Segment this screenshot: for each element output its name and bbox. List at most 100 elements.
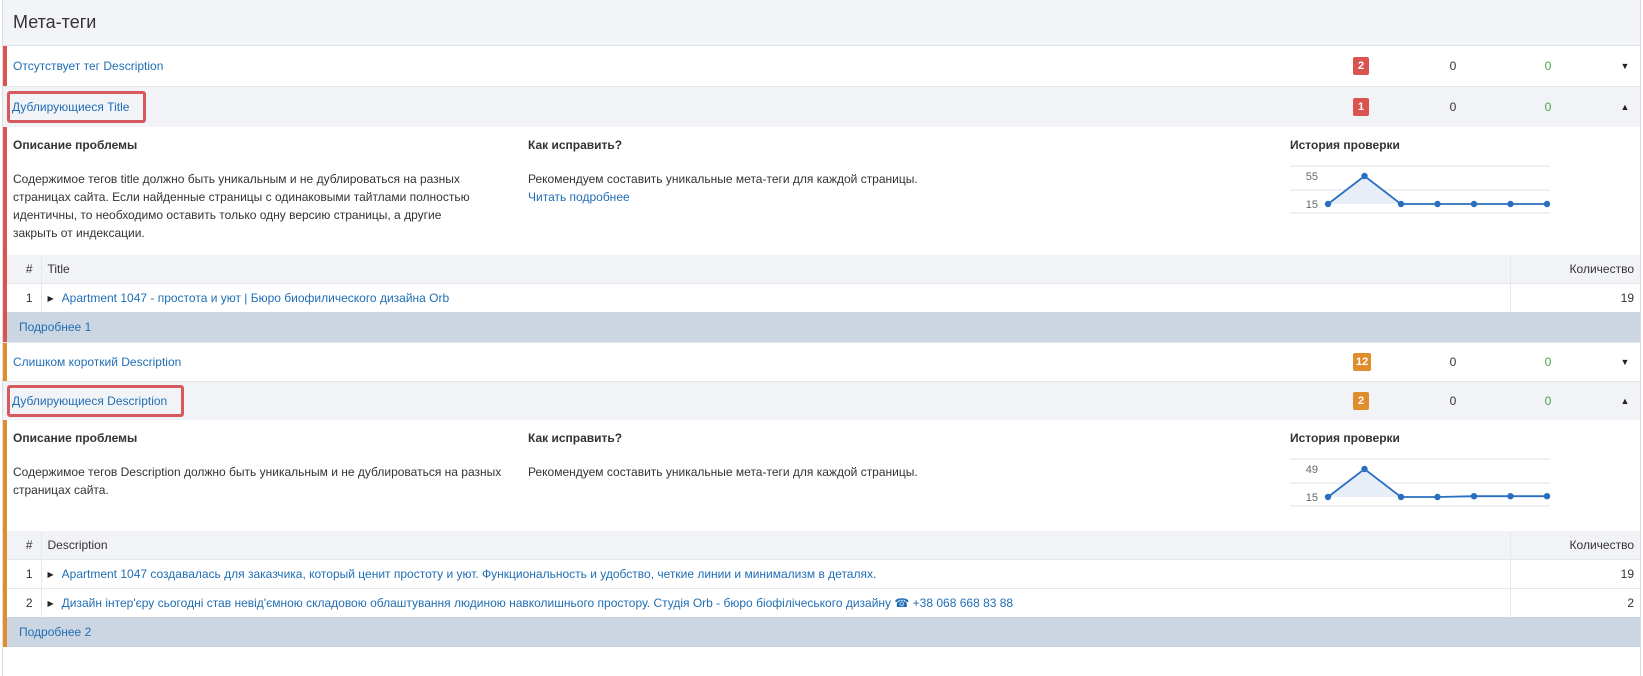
fix-column: Как исправить? Рекомендуем составить уни…: [528, 420, 1290, 531]
problem-text: Содержимое тегов Description должно быть…: [13, 465, 502, 497]
collapse-arrow-icon[interactable]: ▲: [1618, 98, 1632, 116]
row-main: ▶ Apartment 1047 - простота и уют | Бюро …: [41, 282, 1510, 312]
issue-row[interactable]: Дублирующиеся Title 1 0 0 ▲: [3, 87, 1640, 127]
expand-row-icon[interactable]: ▶: [48, 294, 54, 303]
issue-details: Описание проблемы Содержимое тегов Descr…: [3, 420, 1640, 531]
row-main: ▶ Дизайн інтер'єру сьогодні став невід'єм…: [41, 587, 1510, 617]
table-row: 1 ▶ Apartment 1047 создавалась для заказч…: [3, 558, 1640, 588]
history-point: [1470, 200, 1478, 208]
row-qty: 2: [1509, 587, 1640, 617]
more-button[interactable]: Подробнее 2: [3, 617, 1640, 647]
issue-details: Описание проблемы Содержимое тегов title…: [3, 127, 1640, 255]
tick-label: 15: [1306, 492, 1318, 504]
history-point: [1361, 465, 1368, 473]
issue-duplicate-description: Дублирующиеся Description 2 0 0 ▲ Описан…: [3, 382, 1640, 647]
col-num-header: #: [3, 255, 42, 283]
fixed-count: 0: [1544, 59, 1552, 73]
panel-header: Мета-теги: [3, 0, 1640, 46]
issue-title[interactable]: Отсутствует тег Description: [13, 59, 163, 73]
page-title: Мета-теги: [13, 12, 97, 32]
warning-count-badge: 2: [1353, 392, 1369, 410]
tick-label: 15: [1306, 199, 1318, 211]
expand-arrow-icon[interactable]: ▼: [1618, 353, 1632, 371]
collapse-arrow-icon[interactable]: ▲: [1618, 392, 1632, 410]
row-num: 2: [3, 587, 42, 617]
warning-count: 0: [1449, 100, 1457, 114]
issue-row[interactable]: Дублирующиеся Description 2 0 0 ▲: [3, 382, 1640, 420]
fix-text: Рекомендуем составить уникальные мета-те…: [528, 465, 918, 479]
issue-short-description: Слишком короткий Description 12 0 0 ▼: [3, 343, 1640, 382]
history-point: [1361, 172, 1368, 180]
problem-heading: Описание проблемы: [13, 138, 138, 152]
history-point: [1397, 493, 1405, 501]
row-main: ▶ Apartment 1047 создавалась для заказчик…: [41, 558, 1510, 588]
expand-row-icon[interactable]: ▶: [48, 599, 54, 608]
history-point: [1324, 493, 1332, 501]
history-heading: История проверки: [1290, 431, 1400, 445]
warning-count: 0: [1449, 394, 1457, 408]
issue-title[interactable]: Дублирующиеся Title: [7, 91, 147, 123]
tick-label: 49: [1306, 464, 1318, 476]
more-button[interactable]: Подробнее 1: [3, 312, 1640, 342]
history-heading: История проверки: [1290, 138, 1400, 152]
history-point: [1397, 200, 1405, 208]
fixed-count: 0: [1544, 355, 1552, 369]
problem-column: Описание проблемы Содержимое тегов title…: [13, 127, 528, 255]
col-qty-header: Количество: [1509, 531, 1640, 559]
history-point: [1324, 200, 1332, 208]
row-num: 1: [3, 558, 42, 588]
row-qty: 19: [1509, 558, 1640, 588]
issue-row[interactable]: Слишком короткий Description 12 0 0 ▼: [3, 343, 1640, 381]
warning-count: 0: [1449, 59, 1457, 73]
table-header-row: # Title Количество: [3, 255, 1640, 283]
row-num: 1: [3, 282, 42, 312]
fixed-count: 0: [1544, 394, 1552, 408]
col-num-header: #: [3, 531, 42, 559]
history-point: [1434, 200, 1441, 208]
results-table: # Title Количество 1 ▶ Apartment 1047 - п…: [3, 255, 1640, 312]
col-description-header: Description: [41, 531, 1510, 559]
row-link[interactable]: Apartment 1047 создавалась для заказчика…: [62, 567, 877, 581]
col-title-header: Title: [41, 255, 1510, 283]
problem-heading: Описание проблемы: [13, 431, 138, 445]
issue-title[interactable]: Дублирующиеся Description: [7, 385, 185, 417]
table-row: 2 ▶ Дизайн інтер'єру сьогодні став невід'…: [3, 587, 1640, 617]
row-link[interactable]: Дизайн інтер'єру сьогодні став невід'ємн…: [62, 596, 1013, 610]
results-table: # Description Количество 1 ▶ Apartment 10…: [3, 531, 1640, 617]
row-link[interactable]: Apartment 1047 - простота и уют | Бюро б…: [62, 291, 450, 305]
warning-count-badge: 12: [1353, 353, 1372, 371]
fix-text: Рекомендуем составить уникальные мета-те…: [528, 170, 1290, 206]
row-qty: 19: [1509, 282, 1640, 312]
fix-heading: Как исправить?: [528, 138, 623, 152]
expand-row-icon[interactable]: ▶: [48, 570, 54, 579]
warning-count: 0: [1449, 355, 1457, 369]
history-point: [1507, 200, 1514, 208]
fixed-count: 0: [1544, 100, 1552, 114]
issue-missing-description: Отсутствует тег Description 2 0 0 ▼: [3, 46, 1640, 87]
issue-row[interactable]: Отсутствует тег Description 2 0 0 ▼: [3, 46, 1640, 86]
history-column: История проверки 55 15: [1290, 127, 1580, 255]
table-row: 1 ▶ Apartment 1047 - простота и уют | Бюр…: [3, 282, 1640, 312]
col-qty-header: Количество: [1509, 255, 1640, 283]
error-count-badge: 2: [1353, 57, 1369, 75]
history-point: [1543, 200, 1551, 208]
expand-arrow-icon[interactable]: ▼: [1618, 57, 1632, 75]
table-header-row: # Description Количество: [3, 531, 1640, 559]
fix-heading: Как исправить?: [528, 431, 623, 445]
issue-duplicate-title: Дублирующиеся Title 1 0 0 ▲ Описание про…: [3, 87, 1640, 343]
meta-tags-panel: Мета-теги Отсутствует тег Description 2 …: [2, 0, 1641, 676]
fix-text-body: Рекомендуем составить уникальные мета-те…: [528, 172, 918, 186]
history-point: [1543, 492, 1551, 500]
read-more-link[interactable]: Читать подробнее: [528, 188, 1290, 206]
fix-column: Как исправить? Рекомендуем составить уни…: [528, 127, 1290, 255]
error-count-badge: 1: [1353, 98, 1369, 116]
history-point: [1507, 492, 1514, 500]
history-chart: 49 15: [1290, 458, 1551, 507]
history-point: [1470, 492, 1478, 500]
history-chart: 55 15: [1290, 165, 1551, 214]
problem-column: Описание проблемы Содержимое тегов Descr…: [13, 420, 528, 531]
tick-label: 55: [1306, 171, 1318, 183]
issue-title[interactable]: Слишком короткий Description: [13, 355, 181, 369]
history-point: [1434, 493, 1441, 501]
problem-text: Содержимое тегов title должно быть уника…: [13, 172, 470, 240]
